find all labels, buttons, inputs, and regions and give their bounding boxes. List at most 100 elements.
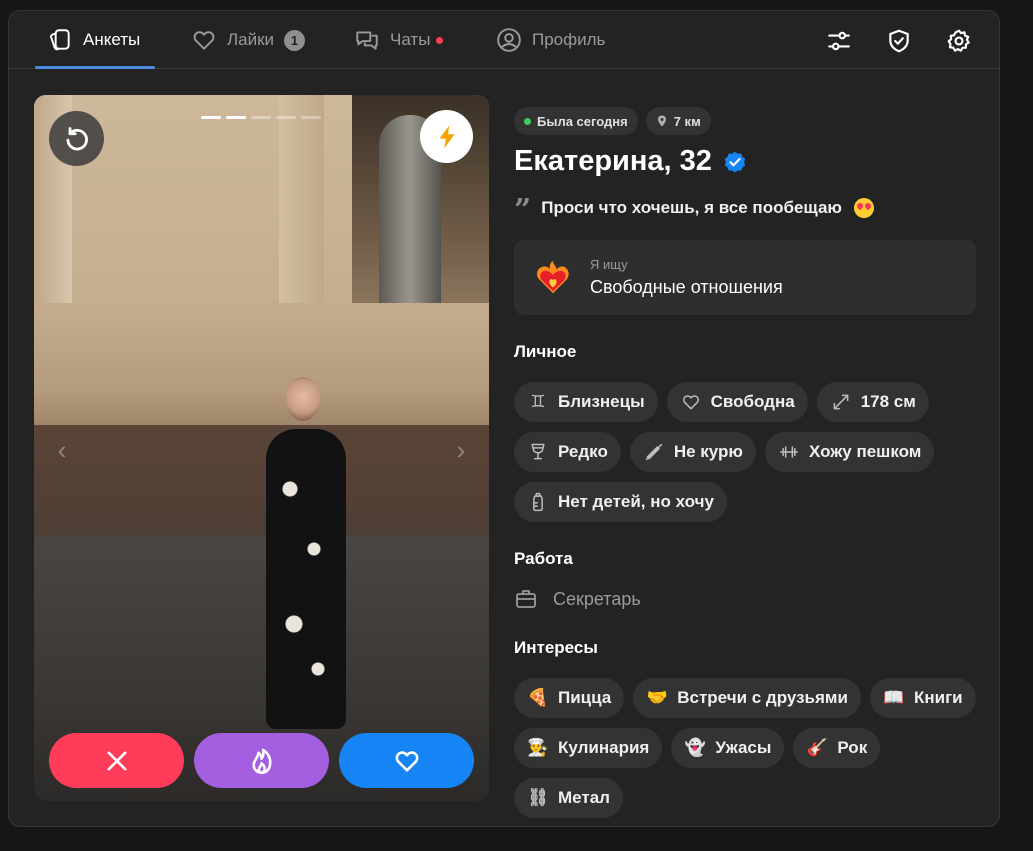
heart-on-fire-icon	[537, 260, 569, 293]
profile-info: Была сегодня 7 км Екатерина, 32 ” Проси …	[514, 107, 976, 818]
chip-zodiac: ♊ Близнецы	[514, 382, 658, 422]
chip-label: Метал	[558, 788, 610, 807]
heart-outline-icon	[680, 391, 702, 413]
chip-interest-metal: ⛓ Метал	[514, 778, 623, 818]
boost-button[interactable]	[420, 110, 473, 163]
chip-interest-cooking: 👨‍🍳 Кулинария	[514, 728, 663, 768]
seeking-text: Я ищу Свободные отношения	[590, 257, 783, 298]
dislike-button[interactable]	[49, 733, 184, 788]
dumbbell-icon	[778, 441, 800, 463]
seeking-label: Я ищу	[590, 257, 628, 272]
online-dot	[524, 117, 531, 125]
online-status-badge: Была сегодня	[514, 107, 638, 135]
personal-section-title: Личное	[514, 342, 577, 361]
book-icon: 📖	[883, 688, 905, 707]
tab-profile[interactable]: Профиль	[496, 11, 605, 69]
verified-icon	[724, 151, 746, 173]
chip-activity: Хожу пешком	[764, 432, 935, 472]
likes-count-badge: 1	[284, 29, 306, 51]
seeking-value: Свободные отношения	[590, 277, 783, 297]
app-window: Анкеты Лайки 1 Чаты Профиль ‹ › Была сег…	[8, 10, 1000, 827]
chip-label: 178 см	[860, 392, 916, 411]
quote-mark-icon: ”	[514, 193, 532, 228]
active-tab-indicator	[35, 66, 155, 69]
chat-icon	[356, 31, 378, 50]
chip-label: Ужасы	[715, 738, 772, 757]
chip-label: Не курю	[673, 442, 743, 461]
work-section-title: Работа	[514, 549, 573, 568]
shield-check-icon	[889, 29, 909, 53]
photo-progress-segment	[276, 116, 296, 119]
interests-section-title: Интересы	[514, 638, 598, 657]
chip-label: Свободна	[710, 392, 795, 411]
settings-button[interactable]	[943, 25, 975, 57]
photo-progress-segment	[251, 116, 271, 119]
safety-button[interactable]	[883, 25, 915, 57]
ghost-icon: 👻	[684, 738, 706, 757]
boost-icon	[438, 125, 455, 148]
photo-progress-segment	[201, 116, 221, 119]
chip-label: Нет детей, но хочу	[558, 492, 714, 511]
cards-icon	[50, 29, 70, 51]
pizza-icon: 🍕	[527, 688, 549, 707]
profile-name: Екатерина, 32	[514, 145, 712, 177]
chip-interest-horror: 👻 Ужасы	[671, 728, 785, 768]
seeking-card: Я ищу Свободные отношения	[514, 240, 976, 315]
profile-quote: ” Проси что хочешь, я все пообещаю	[514, 193, 976, 228]
superlike-button[interactable]	[194, 733, 329, 788]
chip-label: Встречи с друзьями	[677, 688, 848, 707]
chip-interest-pizza: 🍕 Пицца	[514, 678, 625, 718]
distance-text: 7 км	[673, 113, 701, 129]
dislike-icon	[107, 751, 126, 770]
chip-label: Кулинария	[558, 738, 650, 757]
work-value: Секретарь	[553, 588, 641, 609]
tab-label: Профиль	[532, 30, 606, 49]
chef-icon: 👨‍🍳	[527, 738, 549, 757]
photo-progress-segment	[226, 116, 246, 119]
chip-interest-friends: 🤝 Встречи с друзьями	[633, 678, 861, 718]
tab-label: Анкеты	[83, 30, 141, 49]
chip-height: 178 см	[816, 382, 929, 422]
tab-chats[interactable]: Чаты	[354, 11, 444, 69]
rewind-button[interactable]	[49, 111, 104, 166]
top-navigation: Анкеты Лайки 1 Чаты Профиль	[9, 11, 999, 69]
chip-relationship: Свободна	[666, 382, 808, 422]
chip-label: Хожу пешком	[808, 442, 922, 461]
gemini-icon: ♊	[530, 392, 546, 411]
personal-chips: ♊ Близнецы Свободна 178 см Редко Не курю	[514, 382, 976, 522]
chip-interest-books: 📖 Книги	[869, 678, 976, 718]
photo-progress-indicator	[201, 116, 321, 119]
filters-button[interactable]	[823, 25, 855, 57]
briefcase-icon	[516, 590, 536, 608]
location-pin-icon	[657, 115, 666, 127]
rewind-icon	[66, 126, 88, 150]
heart-icon	[193, 31, 215, 50]
guitar-icon: 🎸	[806, 738, 828, 757]
person-in-photo	[266, 377, 346, 737]
wine-glass-icon	[527, 441, 549, 463]
settings-icon	[947, 29, 970, 52]
previous-photo-arrow[interactable]: ‹	[50, 435, 74, 465]
tab-likes[interactable]: Лайки 1	[191, 11, 306, 69]
next-photo-arrow[interactable]: ›	[449, 435, 473, 465]
unread-dot	[436, 36, 444, 44]
superlike-icon	[251, 748, 272, 774]
distance-badge: 7 км	[645, 107, 711, 135]
chip-label: Близнецы	[558, 392, 645, 411]
chip-label: Рок	[837, 738, 868, 757]
chip-children: Нет детей, но хочу	[514, 482, 727, 522]
photo-progress-segment	[301, 116, 321, 119]
chain-icon: ⛓	[527, 788, 549, 807]
meta-row: Была сегодня 7 км	[514, 107, 976, 135]
online-status-text: Была сегодня	[537, 113, 628, 129]
chip-label: Пицца	[558, 688, 612, 707]
tab-profiles[interactable]: Анкеты	[47, 11, 140, 69]
profile-photo[interactable]: ‹ ›	[34, 95, 489, 801]
like-button[interactable]	[339, 733, 474, 788]
baby-bottle-icon	[527, 491, 549, 513]
tab-label: Лайки	[227, 30, 275, 49]
chip-interest-rock: 🎸 Рок	[793, 728, 881, 768]
profile-icon	[497, 28, 521, 52]
height-icon	[830, 391, 852, 413]
chip-label: Редко	[558, 442, 608, 461]
